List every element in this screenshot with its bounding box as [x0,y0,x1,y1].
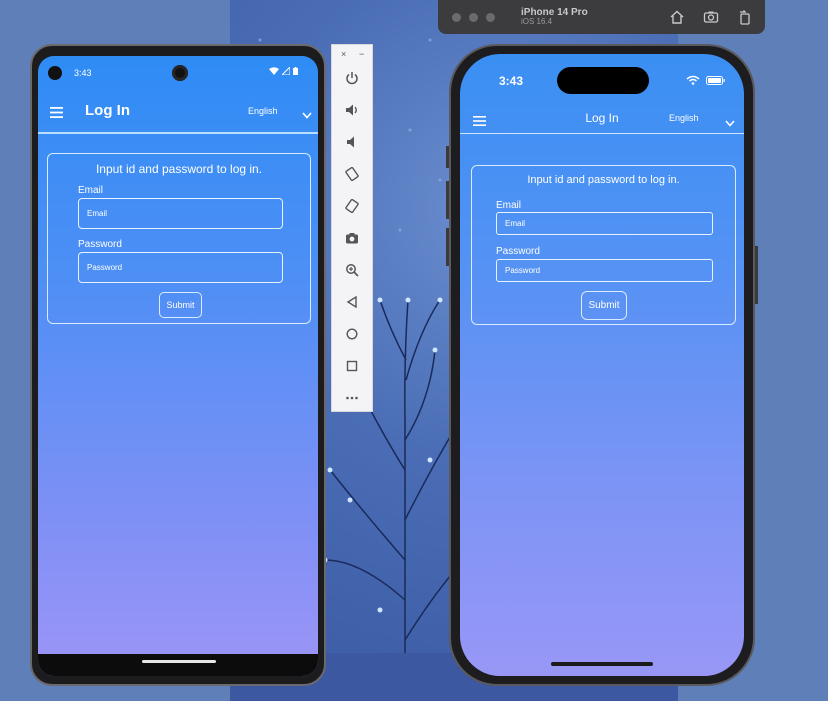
submit-button[interactable]: Submit [581,291,627,320]
more-icon[interactable] [343,389,361,407]
login-card: Input id and password to log in. Email E… [471,165,736,325]
android-front-camera [172,65,188,81]
android-app-bar: Log In English [38,90,318,134]
iphone-app-bar: Log In English [460,102,744,134]
iphone-screen: 3:43 Log In English Input id and passwor… [460,54,744,676]
back-icon[interactable] [343,293,361,311]
overview-icon[interactable] [343,357,361,375]
android-screen: 3:43 Log In English Input id and passwor… [38,56,318,676]
simulator-titlebar: iPhone 14 Pro iOS 16.4 [438,0,765,34]
power-icon[interactable] [343,69,361,87]
battery-icon [706,75,725,85]
wifi-icon [686,75,700,85]
menu-icon[interactable] [50,105,63,123]
email-label: Email [78,185,104,196]
home-icon[interactable] [669,9,685,25]
emulator-toolbar: × − [331,44,373,412]
iphone-side-button [755,246,758,304]
email-label: Email [496,200,522,211]
signal-icon [282,67,290,75]
android-status-bar: 3:43 [38,56,318,84]
close-window-button[interactable] [452,12,461,22]
iphone-volume-down-button [446,228,449,266]
iphone-device-frame: 3:43 Log In English Input id and passwor… [446,44,758,686]
language-select[interactable]: English [248,106,278,116]
zoom-icon[interactable] [343,261,361,279]
android-status-time: 3:43 [74,68,92,78]
home-icon[interactable] [343,325,361,343]
minimize-window-button[interactable] [469,12,478,22]
page-title: Log In [85,102,130,119]
email-field[interactable]: Email [496,212,713,235]
emulator-close-button[interactable]: × [341,49,346,59]
rotate-right-icon[interactable] [343,197,361,215]
android-home-gesture-bar[interactable] [142,660,216,663]
battery-icon [293,67,298,75]
wifi-icon [269,67,279,75]
iphone-volume-up-button [446,181,449,219]
chevron-down-icon[interactable] [725,114,735,132]
rotate-left-icon[interactable] [343,165,361,183]
simulator-os-version: iOS 16.4 [521,17,553,27]
iphone-status-icons [686,75,725,85]
emulator-minimize-button[interactable]: − [359,49,364,59]
submit-button[interactable]: Submit [159,292,202,318]
language-select[interactable]: English [669,113,699,123]
email-placeholder: Email [505,219,526,228]
chevron-down-icon[interactable] [302,106,312,124]
rotate-icon[interactable] [737,9,753,25]
login-instruction: Input id and password to log in. [527,174,680,186]
iphone-home-indicator[interactable] [551,662,653,666]
password-label: Password [78,239,122,250]
dynamic-island [557,67,649,94]
android-device-frame: 3:43 Log In English Input id and passwor… [30,44,326,686]
iphone-status-time: 3:43 [499,74,524,88]
login-instruction: Input id and password to log in. [95,162,263,176]
camera-icon[interactable] [343,229,361,247]
page-title: Log In [585,111,619,125]
password-placeholder: Password [505,266,541,275]
email-field[interactable]: Email [78,198,283,229]
password-label: Password [496,246,540,257]
android-nav-bar [38,654,318,676]
zoom-window-button[interactable] [486,12,495,22]
password-placeholder: Password [87,263,123,272]
iphone-mute-switch [446,146,449,168]
window-controls [452,12,495,22]
simulator-device-info: iPhone 14 Pro iOS 16.4 [521,7,588,27]
android-status-icons [269,67,298,75]
simulator-actions [669,9,753,25]
volume-up-icon[interactable] [343,101,361,119]
screenshot-icon[interactable] [703,9,719,25]
password-field[interactable]: Password [78,252,283,283]
volume-down-icon[interactable] [343,133,361,151]
login-card: Input id and password to log in. Email E… [47,153,311,324]
android-camera-notch [48,66,62,80]
password-field[interactable]: Password [496,259,713,282]
email-placeholder: Email [87,209,108,218]
